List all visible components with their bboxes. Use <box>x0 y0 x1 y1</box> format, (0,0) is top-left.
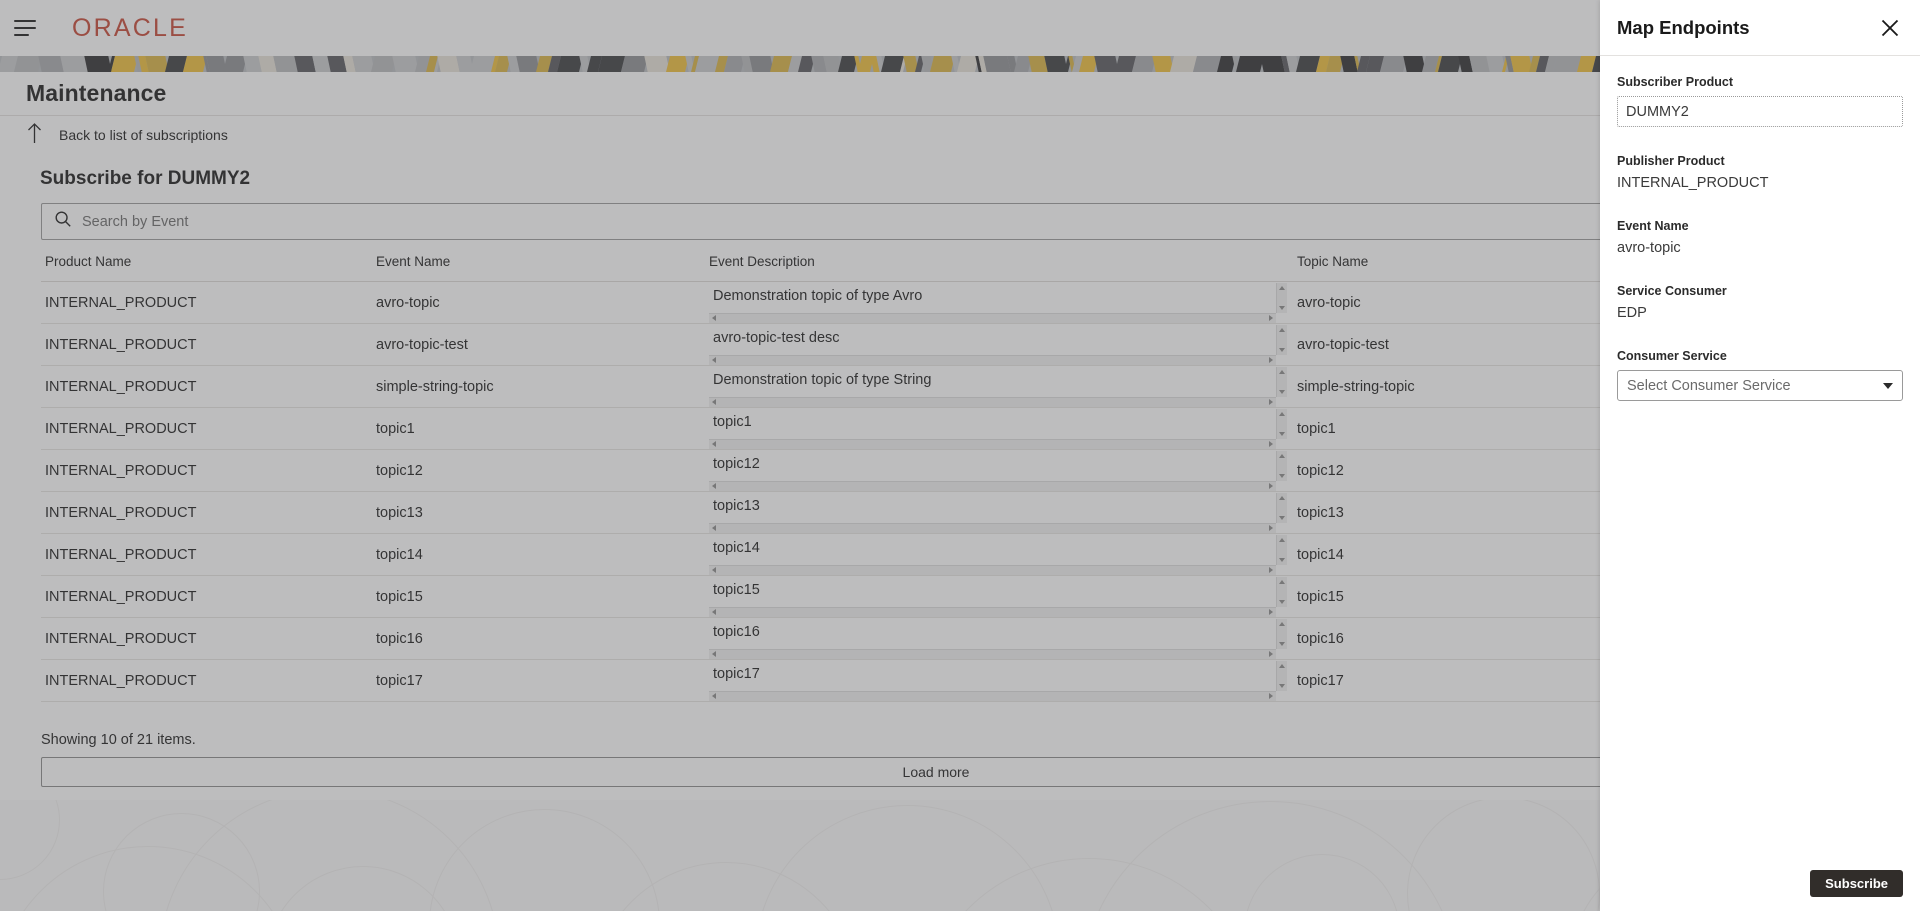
event-name-value: avro-topic <box>1617 240 1681 256</box>
subscriber-product-input[interactable] <box>1617 96 1903 127</box>
subscribe-button[interactable]: Subscribe <box>1810 870 1903 897</box>
consumer-service-label: Consumer Service <box>1617 349 1727 363</box>
panel-header: Map Endpoints <box>1600 0 1920 56</box>
publisher-product-value: INTERNAL_PRODUCT <box>1617 175 1769 191</box>
close-icon[interactable] <box>1878 16 1902 40</box>
subscriber-product-label: Subscriber Product <box>1617 75 1733 89</box>
map-endpoints-panel: Map Endpoints Subscriber Product Publish… <box>1600 0 1920 911</box>
event-name-label: Event Name <box>1617 219 1689 233</box>
panel-title: Map Endpoints <box>1617 16 1750 38</box>
consumer-service-placeholder: Select Consumer Service <box>1627 377 1791 394</box>
consumer-service-dropdown[interactable]: Select Consumer Service <box>1617 370 1903 401</box>
service-consumer-label: Service Consumer <box>1617 284 1727 298</box>
panel-body: Subscriber Product Publisher Product INT… <box>1600 56 1920 401</box>
chevron-down-icon <box>1883 382 1893 389</box>
service-consumer-value: EDP <box>1617 305 1647 321</box>
publisher-product-label: Publisher Product <box>1617 154 1725 168</box>
